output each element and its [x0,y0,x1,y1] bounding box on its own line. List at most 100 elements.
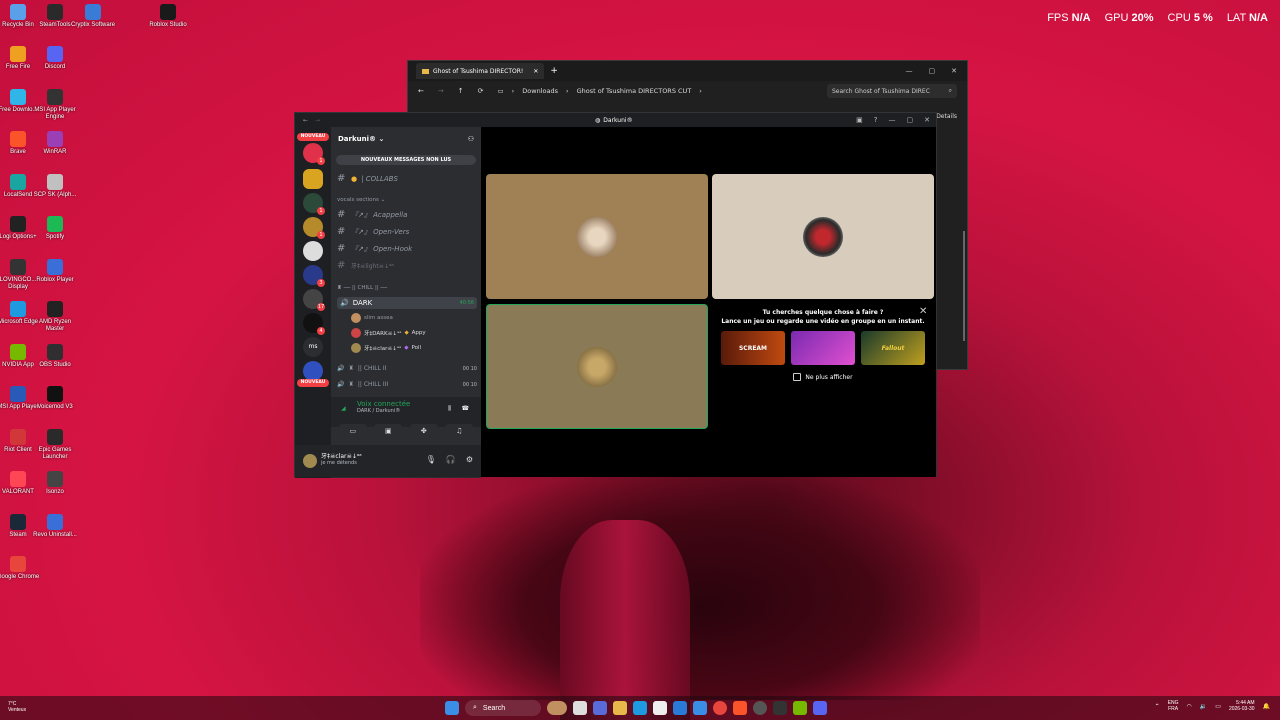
chrome-icon[interactable] [713,701,727,715]
channel-open-vers[interactable]: # 『↗』 Open-Vers [337,226,477,237]
back-icon[interactable]: ← [418,87,424,95]
server-icon[interactable] [303,241,323,261]
server-header[interactable]: Darkuni® ⌄ ⚇ [331,127,481,151]
desktop-shortcut[interactable]: Epic Games Launcher [33,429,77,461]
inbox-icon[interactable]: ▣ [856,116,863,124]
participant-tile-speaking[interactable] [486,304,708,429]
breadcrumb-folder[interactable]: Ghost of Tsushima DIRECTORS CUT [577,87,692,95]
desktop-shortcut[interactable]: Revo Uninstall... [33,514,77,539]
discord-icon[interactable] [813,701,827,715]
game-card-fallout[interactable]: Fallout [861,331,925,365]
voice-user[interactable]: 牙‡☠clar☠↓ᵃᵃ ◆ Poll [351,343,421,353]
participant-tile[interactable] [486,174,708,299]
desktop-shortcut[interactable]: Spotify [33,216,77,241]
close-tab-icon[interactable]: ✕ [533,68,538,75]
category-chill[interactable]: ♜ ── || CHILL || ── [337,285,387,291]
game-icon[interactable] [773,701,787,715]
minimize-icon[interactable]: — [889,116,896,124]
server-icon[interactable] [303,361,323,381]
server-icon[interactable]: 17 [303,289,325,311]
explorer-tab[interactable]: Ghost of Tsushima DIRECTOR! ✕ [416,63,545,79]
volume-icon[interactable]: 🔉 [1200,703,1207,710]
back-arrow-icon[interactable]: ← [303,117,308,124]
up-icon[interactable]: ↑ [458,87,464,95]
refresh-icon[interactable]: ⟳ [478,87,484,95]
desktop-shortcut[interactable]: Voicemod V3 [33,386,77,411]
forward-icon[interactable]: → [438,87,444,95]
channel-light[interactable]: # 牙‡☠light☠↓ᵃᵃ [337,260,477,271]
desktop-shortcut[interactable]: Discord [33,46,77,71]
close-icon[interactable]: ✕ [951,67,957,75]
disconnect-icon[interactable]: ☎ [462,405,469,412]
battery-icon[interactable]: ▭ [1215,703,1221,710]
brave-icon[interactable] [733,701,747,715]
breadcrumb[interactable]: ▭ › Downloads › Ghost of Tsushima DIRECT… [498,87,702,95]
voice-user[interactable]: slim assea [351,313,393,323]
gear-app-icon[interactable] [753,701,767,715]
discord-window[interactable]: ← → ◍ Darkuni® ▣ ? — ▢ ✕ NOUVEAU 1 1 1 3 … [294,112,937,478]
wifi-icon[interactable]: ◠ [1187,703,1192,710]
server-icon[interactable]: ms [303,337,323,357]
language-indicator[interactable]: ENG FRA [1168,700,1179,712]
server-icon[interactable]: 1 [303,193,325,215]
mail-icon[interactable] [673,701,687,715]
chevron-up-icon[interactable]: ⌃ [1155,703,1160,710]
task-view-icon[interactable] [573,701,587,715]
desktop-shortcut[interactable]: Roblox Player [33,259,77,284]
breadcrumb-downloads[interactable]: Downloads [522,87,558,95]
participant-tile[interactable] [712,174,934,299]
voice-channel-chill-3[interactable]: 🔊 ♜ || CHILL III 00 10 [337,381,477,388]
screen-share-icon[interactable]: ▣ [374,424,403,438]
notepad-icon[interactable] [693,701,707,715]
desktop-shortcut[interactable]: Cryptix Software [71,4,115,29]
minimize-icon[interactable]: — [906,67,913,75]
weather-widget[interactable]: 7°C Venteux [8,701,26,713]
desktop-shortcut[interactable]: Isonzo [33,471,77,496]
activities-icon[interactable]: ✤ [409,424,438,438]
voice-user[interactable]: 牙‡DARK☠↓ᵃᵃ ◆ Appy [351,328,426,338]
camera-icon[interactable]: ▭ [338,424,367,438]
category-vocals[interactable]: vocals sections ⌄ [337,197,385,203]
channel-acappella[interactable]: # 『↗』 Acappella [337,209,477,220]
start-icon[interactable] [445,701,459,715]
server-icon[interactable] [303,169,323,189]
server-icon[interactable]: 1 [303,217,325,239]
taskbar-search[interactable]: ⌕ Search [465,700,541,716]
widget-icon[interactable] [547,701,567,715]
clock[interactable]: 5:44 AM 2026-03-30 [1229,700,1255,712]
headphones-icon[interactable]: 🎧 [446,455,456,464]
server-icon[interactable]: 3 [303,265,325,287]
desktop-shortcut[interactable]: OBS Studio [33,344,77,369]
game-card-scream[interactable]: SCREAM [721,331,785,365]
desktop-shortcut[interactable]: WinRAR [33,131,77,156]
server-icon[interactable]: 4 [303,313,325,335]
forward-arrow-icon[interactable]: → [315,117,320,124]
details-button[interactable]: Details [936,113,957,120]
desktop-shortcut[interactable]: MSI App Player Engine [33,89,77,121]
channel-open-hook[interactable]: # 『↗』 Open-Hook [337,243,477,254]
desktop-shortcut[interactable]: Google Chrome [0,556,40,581]
settings-gear-icon[interactable]: ⚙ [466,455,473,464]
explorer-search-input[interactable]: Search Ghost of Tsushima DIREC ⌕ [827,84,957,98]
voice-channel-dark[interactable]: 🔊 DARK 40:56 [337,297,477,309]
desktop-shortcut[interactable]: AMD Ryzen Master [33,301,77,333]
add-member-icon[interactable]: ⚇ [468,135,474,143]
maximize-icon[interactable]: ▢ [929,67,936,75]
edge-icon[interactable] [633,701,647,715]
file-explorer-icon[interactable] [613,701,627,715]
desktop-shortcut[interactable]: SCP SK (Alph... [33,174,77,199]
store-icon[interactable] [653,701,667,715]
noise-suppression-icon[interactable]: ⫼ [448,405,451,413]
voice-channel-chill-2[interactable]: 🔊 ♜ || CHILL II 00 10 [337,365,477,372]
maximize-icon[interactable]: ▢ [907,116,914,124]
new-messages-pill[interactable]: NOUVEAUX MESSAGES NON LUS [336,155,476,165]
dont-show-checkbox[interactable] [793,373,802,381]
server-icon[interactable]: 1 [303,143,325,165]
close-icon[interactable]: ✕ [924,116,930,124]
microphone-icon[interactable]: 🎙 [426,455,436,464]
voice-status[interactable]: Voix connectée [357,400,471,408]
explorer-scrollbar[interactable] [963,231,965,341]
desktop-shortcut[interactable]: Roblox Studio [146,4,190,29]
avatar[interactable] [303,454,317,468]
nvidia-icon[interactable] [793,701,807,715]
